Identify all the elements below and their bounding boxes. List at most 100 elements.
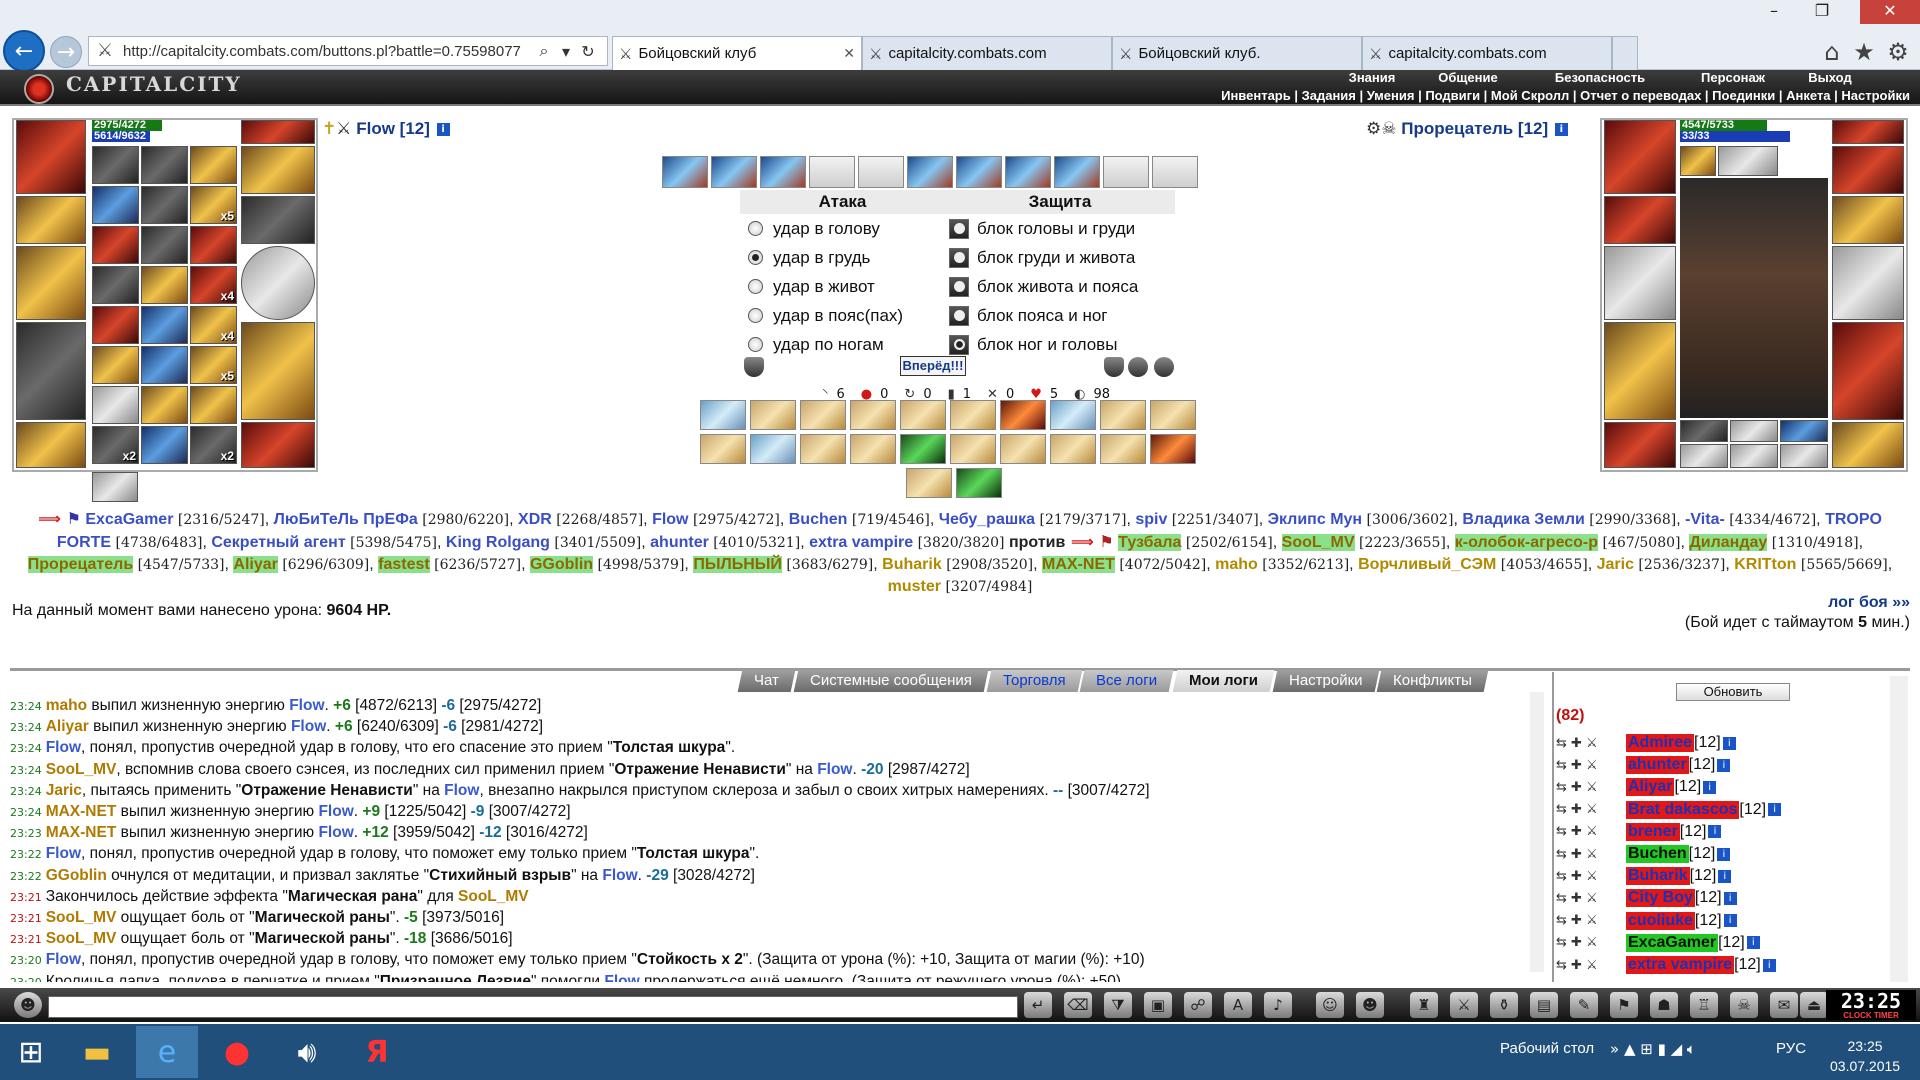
effect-icon[interactable] — [1150, 400, 1196, 430]
smiles-icon[interactable]: ☻ — [1356, 992, 1384, 1018]
effect-icon[interactable] — [1150, 434, 1196, 464]
attack-radio[interactable] — [748, 308, 763, 323]
necklace-slot[interactable] — [16, 196, 86, 244]
opp-rune-slot[interactable] — [1730, 420, 1778, 442]
online-scrollbar[interactable] — [1890, 676, 1908, 982]
team1-member[interactable]: ЛюБиТеЛь ПрЕФа — [274, 511, 418, 528]
info-icon[interactable]: i — [1723, 891, 1737, 905]
bag-icon[interactable]: ♜ — [1410, 992, 1438, 1018]
new-tab-button[interactable] — [1612, 36, 1638, 70]
save-icon[interactable]: ▣ — [1144, 992, 1172, 1018]
inventory-slot[interactable]: x4 — [190, 306, 237, 344]
chat-nickname[interactable]: SooL_MV — [46, 909, 117, 926]
online-user-name[interactable]: ahunter — [1626, 756, 1689, 775]
boots-slot[interactable] — [241, 422, 315, 468]
skull-shield-icon[interactable] — [1128, 357, 1148, 377]
url-text[interactable]: http://capitalcity.combats.com/buttons.p… — [123, 43, 533, 60]
team-icon[interactable]: ⚑ — [1610, 992, 1638, 1018]
effect-icon[interactable] — [900, 400, 946, 430]
inventory-slot[interactable] — [92, 386, 139, 424]
go-button[interactable]: Вперёд!!! — [900, 356, 966, 376]
online-user-name[interactable]: City Boy — [1626, 889, 1695, 908]
chat-nickname[interactable]: maho — [46, 697, 87, 714]
address-bar[interactable]: ⚔ http://capitalcity.combats.com/buttons… — [88, 36, 608, 66]
chat-nickname[interactable]: Flow — [289, 697, 324, 714]
team2-member[interactable]: Тузбала — [1118, 534, 1182, 551]
team1-member[interactable]: ahunter — [650, 534, 709, 551]
inventory-slot[interactable] — [141, 226, 188, 264]
effect-icon[interactable] — [1000, 400, 1046, 430]
effect-icon[interactable] — [800, 434, 846, 464]
effect-icon[interactable] — [850, 400, 896, 430]
team1-member[interactable]: ExcaGamer — [85, 511, 173, 528]
search-icon[interactable]: ⌕ — [533, 41, 555, 61]
spell-slot[interactable] — [662, 156, 708, 188]
chat-nickname[interactable]: Flow — [46, 739, 81, 756]
chat-tab[interactable]: Конфликты — [1376, 670, 1489, 692]
online-user-name[interactable]: Aliyar — [1626, 778, 1675, 797]
effect-icon[interactable] — [700, 400, 746, 430]
info-icon[interactable]: i — [1708, 825, 1722, 839]
attack-option[interactable]: удар в голову — [740, 214, 945, 243]
effect-icon[interactable] — [900, 434, 946, 464]
attack-option[interactable]: удар в живот — [740, 272, 945, 301]
info-icon[interactable]: i — [1703, 780, 1717, 794]
opp-rune-slot[interactable] — [1730, 444, 1778, 468]
close-window-button[interactable]: ✕ — [1860, 0, 1920, 24]
empty-spell-slot[interactable] — [1103, 156, 1149, 188]
online-user-row[interactable]: ⇆ ✚ ⚔ City Boy [12] i — [1556, 887, 1737, 909]
attack-radio[interactable] — [748, 250, 763, 265]
inventory-slot[interactable]: x4 — [190, 266, 237, 304]
speaker-app-icon[interactable]: 🔊︎ — [276, 1026, 338, 1078]
chat-tab[interactable]: Настройки — [1272, 670, 1379, 692]
close-tab-icon[interactable]: ✕ — [843, 46, 855, 62]
online-user-row[interactable]: ⇆ ✚ ⚔ Aliyar [12] i — [1556, 776, 1717, 798]
home-icon[interactable]: ⌂ — [1818, 38, 1846, 66]
defense-option[interactable]: блок живота и пояса — [945, 272, 1175, 301]
enter-icon[interactable]: ↵ — [1024, 992, 1052, 1018]
info-icon[interactable]: i — [1717, 847, 1731, 861]
file-explorer-icon[interactable]: ▬ — [66, 1026, 128, 1078]
inventory-slot[interactable] — [141, 306, 188, 344]
chat-mode-icon[interactable]: ☻ — [14, 992, 42, 1018]
opp-pants-slot[interactable] — [1832, 322, 1904, 420]
battle-log-link[interactable]: лог боя »» — [1828, 594, 1910, 612]
inventory-slot[interactable] — [141, 426, 188, 464]
language-indicator[interactable]: РУС — [1776, 1040, 1806, 1057]
team2-member[interactable]: Jaric — [1597, 556, 1634, 573]
defense-option[interactable]: блок пояса и ног — [945, 301, 1175, 330]
chat-nickname[interactable]: Flow — [318, 824, 353, 841]
inventory-slot[interactable] — [141, 146, 188, 184]
tab-2[interactable]: ⚔ capitalcity.combats.com — [862, 36, 1112, 70]
info-icon[interactable]: i — [1768, 803, 1782, 817]
tray-icons[interactable]: » ▲ ⊞ ▮ ◢ 🔈︎ — [1610, 1040, 1696, 1058]
team1-member[interactable]: Flow — [652, 511, 688, 528]
inventory-slot[interactable]: x5 — [190, 186, 237, 224]
defense-radio[interactable] — [949, 247, 969, 268]
online-user-row[interactable]: ⇆ ✚ ⚔ ExcaGamer [12] i — [1556, 932, 1760, 954]
info-icon[interactable]: i — [1762, 958, 1776, 972]
yandex-browser-icon[interactable]: ● — [206, 1026, 268, 1078]
attack-option[interactable]: удар по ногам — [740, 330, 945, 359]
team2-member[interactable]: Buharik — [882, 556, 942, 573]
translit-icon[interactable]: ☍ — [1184, 992, 1212, 1018]
chat-tab[interactable]: Мои логи — [1172, 670, 1274, 692]
opp-gloves-slot[interactable] — [1832, 196, 1904, 244]
defense-radio[interactable] — [949, 334, 969, 355]
font-icon[interactable]: A — [1224, 992, 1252, 1018]
chat-nickname[interactable]: GGoblin — [46, 867, 107, 884]
chat-nickname[interactable]: Flow — [318, 803, 353, 820]
online-user-name[interactable]: Brat dakascos — [1626, 800, 1740, 819]
fight-icon[interactable]: ⚔ — [1450, 992, 1478, 1018]
inventory-slot[interactable] — [92, 306, 139, 344]
inventory-slot[interactable] — [190, 226, 237, 264]
minimize-button[interactable]: – — [1752, 0, 1796, 24]
online-user-row[interactable]: ⇆ ✚ ⚔ brener [12] i — [1556, 821, 1722, 843]
defense-radio[interactable] — [949, 218, 969, 239]
opp-helmet-slot[interactable] — [1604, 120, 1676, 194]
defense-option[interactable]: блок головы и груди — [945, 214, 1175, 243]
effect-icon[interactable] — [1050, 434, 1096, 464]
filter-icon[interactable]: ⧩ — [1104, 992, 1132, 1018]
opp-belt-slot[interactable] — [1604, 422, 1676, 468]
chat-nickname[interactable]: SooL_MV — [458, 888, 529, 905]
